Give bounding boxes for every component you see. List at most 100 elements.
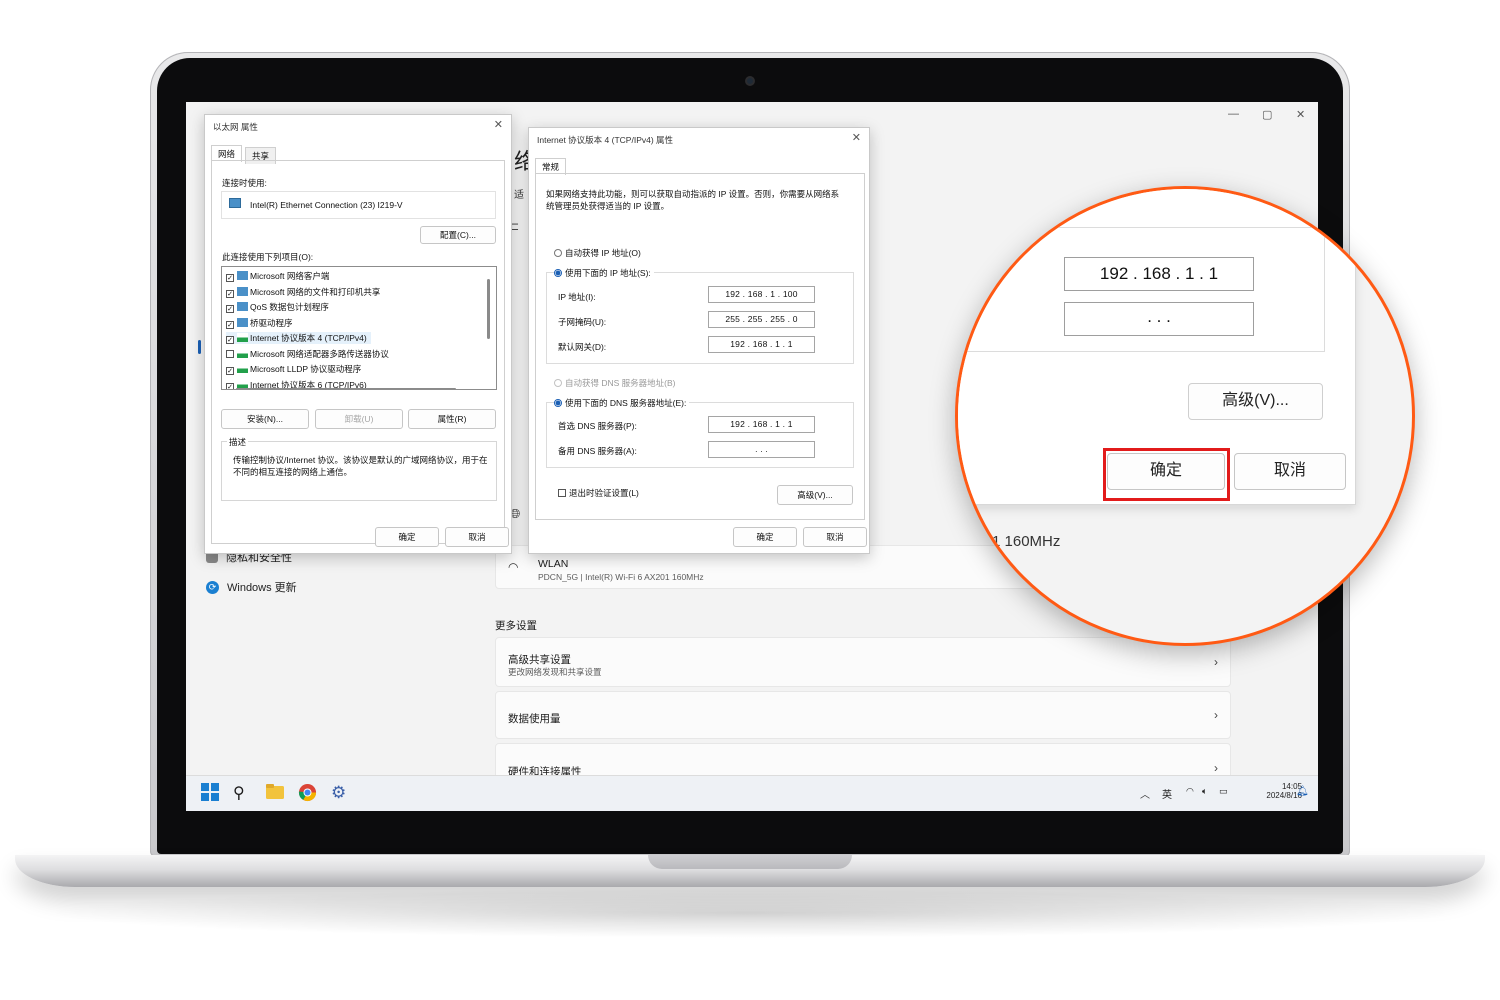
uninstall-button[interactable]: 卸载(U) (315, 409, 403, 429)
list-item[interactable]: ✓ Microsoft 网络客户端 (226, 270, 329, 282)
intro-text: 如果网络支持此功能，则可以获取自动指派的 IP 设置。否则，你需要从网络系统管理… (546, 189, 840, 211)
scrollbar-thumb[interactable] (487, 279, 490, 339)
file-explorer-icon[interactable] (265, 783, 285, 803)
zoomed-alternate-dns-field[interactable]: . . . (1064, 302, 1254, 336)
more-settings-heading: 更多设置 (495, 620, 537, 632)
gateway-field[interactable]: 192 . 168 . 1 . 1 (708, 336, 815, 353)
dns-group (546, 402, 854, 468)
sidebar-selection-indicator (198, 340, 201, 354)
sidebar-item-label: Windows 更新 (227, 582, 297, 594)
battery-icon[interactable]: ▭ (1219, 786, 1228, 797)
notification-bell-icon[interactable]: 🔔︎ (1296, 786, 1309, 797)
search-icon[interactable]: ⚲ (233, 783, 253, 803)
network-client-icon (237, 271, 248, 280)
chrome-icon[interactable] (298, 783, 318, 803)
protocol-icon (237, 348, 248, 358)
horizontal-scrollbar[interactable] (236, 388, 456, 389)
checkbox[interactable]: ✓ (226, 274, 234, 282)
dialog-title: 以太网 属性 (213, 122, 258, 132)
configure-button[interactable]: 配置(C)... (420, 226, 496, 244)
checkbox[interactable]: ✓ (226, 320, 234, 329)
row-subtitle: 更改网络发现和共享设置 (508, 667, 602, 677)
wifi-tray-icon[interactable]: ◠ (1186, 786, 1194, 797)
zoomed-advanced-button[interactable]: 高级(V)... (1188, 383, 1323, 420)
sidebar-item-windows-update[interactable]: ⟳ Windows 更新 (206, 579, 297, 595)
validate-checkbox[interactable]: 退出时验证设置(L) (558, 487, 639, 499)
list-item[interactable]: ✓ Microsoft 网络的文件和打印机共享 (226, 286, 380, 298)
manual-ip-radio[interactable]: 使用下面的 IP 地址(S): (554, 267, 654, 279)
close-icon[interactable]: ✕ (1296, 108, 1305, 121)
network-client-icon (237, 317, 248, 327)
wifi-icon: ◠ (508, 560, 519, 574)
properties-button[interactable]: 属性(R) (408, 409, 496, 429)
description-text: 传输控制协议/Internet 协议。该协议是默认的广域网络协议，用于在不同的相… (233, 455, 488, 477)
zoomed-ok-button[interactable]: 确定 (1107, 453, 1225, 490)
ime-indicator[interactable]: 英 (1162, 786, 1172, 801)
checkbox[interactable]: ✓ (226, 289, 234, 298)
zoomed-gateway-field[interactable]: 192 . 168 . 1 . 1 (1064, 257, 1254, 291)
laptop-base-notch (648, 855, 852, 869)
start-icon[interactable] (201, 783, 221, 803)
gateway-label: 默认网关(D): (558, 342, 607, 352)
advanced-sharing-row[interactable]: 高级共享设置 更改网络发现和共享设置 › (495, 637, 1231, 687)
chevron-up-icon[interactable]: ︿ (1140, 786, 1150, 801)
install-button[interactable]: 安装(N)... (221, 409, 309, 429)
alternate-dns-label: 备用 DNS 服务器(A): (558, 446, 637, 456)
row-title: 高级共享设置 (508, 654, 571, 666)
data-usage-row[interactable]: 数据使用量 › (495, 691, 1231, 739)
ok-button[interactable]: 确定 (733, 527, 797, 547)
cancel-button[interactable]: 取消 (445, 527, 509, 547)
chevron-right-icon: › (1214, 708, 1218, 722)
auto-ip-radio[interactable]: 自动获得 IP 地址(O) (554, 247, 641, 259)
subnet-mask-label: 子网掩码(U): (558, 317, 607, 327)
checkbox[interactable] (226, 349, 234, 358)
minimize-icon[interactable]: — (1228, 108, 1239, 120)
list-item[interactable]: ✓ 桥驱动程序 (226, 317, 293, 329)
adapter-name: Intel(R) Ethernet Connection (23) I219-V (250, 200, 403, 210)
zoomed-background-text: 1 160MHz (992, 533, 1061, 550)
checkbox[interactable]: ✓ (226, 305, 234, 313)
connect-using-label: 连接时使用: (222, 178, 267, 188)
settings-gear-icon[interactable]: ⚙ (331, 783, 351, 803)
dialog-title: Internet 协议版本 4 (TCP/IPv4) 属性 (537, 135, 674, 145)
chevron-right-icon: › (1214, 655, 1218, 669)
wlan-subtitle: PDCN_5G | Intel(R) Wi-Fi 6 AX201 160MHz (538, 572, 704, 582)
ip-address-field[interactable]: 192 . 168 . 1 . 100 (708, 286, 815, 303)
alternate-dns-field[interactable]: . . . (708, 441, 815, 458)
list-item[interactable]: ✓ QoS 数据包计划程序 (226, 301, 329, 313)
list-item-selected[interactable]: ✓ Internet 协议版本 4 (TCP/IPv4) (226, 332, 371, 344)
auto-dns-radio[interactable]: 自动获得 DNS 服务器地址(B) (554, 377, 676, 389)
ipv4-properties-dialog: Internet 协议版本 4 (TCP/IPv4) 属性 ✕ 常规 如果网络支… (528, 127, 870, 554)
preferred-dns-field[interactable]: 192 . 168 . 1 . 1 (708, 416, 815, 433)
protocol-icon (237, 333, 248, 342)
list-item[interactable]: Microsoft 网络适配器多路传送器协议 (226, 348, 389, 360)
ip-address-label: IP 地址(I): (558, 292, 596, 302)
checkbox[interactable]: ✓ (226, 382, 234, 389)
ok-button[interactable]: 确定 (375, 527, 439, 547)
ethernet-properties-dialog: 以太网 属性 ✕ 网络 共享 连接时使用: Intel(R) Ethernet … (204, 114, 512, 554)
close-icon[interactable]: ✕ (494, 118, 503, 131)
zoomed-cancel-button[interactable]: 取消 (1234, 453, 1346, 490)
network-client-icon (237, 302, 248, 311)
adapter-box: Intel(R) Ethernet Connection (23) I219-V (221, 191, 496, 219)
cancel-button[interactable]: 取消 (803, 527, 867, 547)
checkbox[interactable]: ✓ (226, 336, 234, 344)
protocol-icon (237, 364, 248, 373)
chevron-right-icon: › (1214, 761, 1218, 775)
subnet-mask-field[interactable]: 255 . 255 . 255 . 0 (708, 311, 815, 328)
radio-icon (554, 269, 562, 277)
volume-icon[interactable]: 🔈︎ (1202, 786, 1207, 797)
radio-icon (554, 399, 562, 407)
description-label: 描述 (227, 436, 249, 448)
manual-dns-radio[interactable]: 使用下面的 DNS 服务器地址(E): (554, 397, 690, 409)
laptop-shadow (40, 888, 1460, 938)
maximize-icon[interactable]: ▢ (1262, 108, 1272, 121)
list-item[interactable]: ✓ Microsoft LLDP 协议驱动程序 (226, 363, 361, 375)
close-icon[interactable]: ✕ (852, 131, 861, 144)
checkbox[interactable]: ✓ (226, 367, 234, 375)
network-client-icon (237, 286, 248, 296)
section-title-fragment: 适 (514, 190, 524, 201)
advanced-button[interactable]: 高级(V)... (777, 485, 853, 505)
checkbox (558, 489, 566, 497)
component-list: ✓ Microsoft 网络客户端 ✓ Microsoft 网络的文件和打印机共享 … (221, 266, 497, 390)
